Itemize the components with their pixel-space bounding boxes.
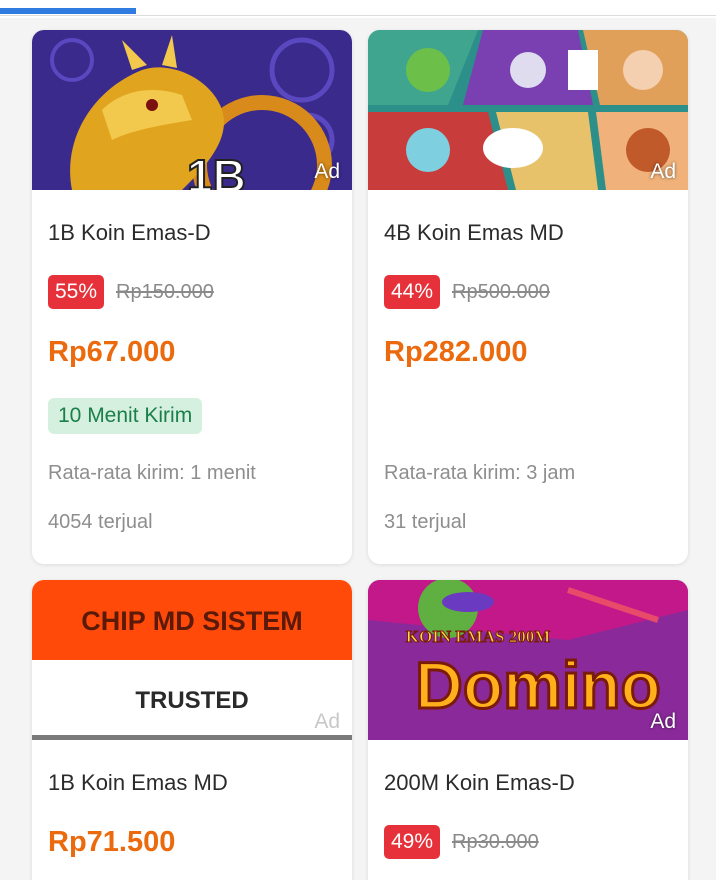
product-title[interactable]: 200M Koin Emas-D	[384, 770, 575, 796]
product-price: Rp282.000	[384, 336, 528, 368]
delivery-info: Rata-rata kirim: 3 jam	[384, 462, 576, 484]
dragon-illustration: 1B	[32, 30, 352, 190]
product-image-chip[interactable]: CHIP MD SISTEM TRUSTED Ad	[32, 580, 352, 740]
discount-badge: 49%	[384, 825, 441, 859]
product-image-domino[interactable]: KOIN EMAS 200M Domino Ad	[368, 580, 688, 740]
image-caption: 1B	[187, 150, 246, 190]
banner-small-text: KOIN EMAS 200M	[406, 627, 551, 646]
product-card[interactable]: CHIP MD SISTEM TRUSTED Ad 1B Koin Emas M…	[32, 580, 352, 880]
product-card[interactable]: 1B Ad 1B Koin Emas-D 55% Rp150.000 Rp67.…	[32, 30, 352, 564]
banner-top-text: CHIP MD SISTEM	[81, 606, 303, 636]
original-price: Rp500.000	[452, 281, 550, 303]
sold-count: 31 terjual	[384, 511, 467, 533]
original-price: Rp150.000	[116, 281, 214, 303]
ad-label: Ad	[650, 160, 676, 183]
sold-count: 4054 terjual	[48, 511, 153, 533]
delivery-badge: 10 Menit Kirim	[48, 398, 203, 434]
discount-badge: 55%	[48, 275, 105, 309]
domino-illustration: KOIN EMAS 200M Domino	[368, 580, 688, 740]
product-image-comic[interactable]: Ad	[368, 30, 688, 190]
ad-label: Ad	[314, 160, 340, 183]
banner-bottom-text: TRUSTED	[135, 687, 248, 714]
original-price: Rp30.000	[452, 831, 539, 853]
comic-illustration	[368, 30, 688, 190]
product-title[interactable]: 4B Koin Emas MD	[384, 220, 564, 246]
ad-label: Ad	[314, 710, 340, 733]
top-progress-bar	[0, 0, 716, 18]
progress-track	[0, 15, 716, 16]
product-price: Rp67.000	[48, 336, 176, 368]
product-title[interactable]: 1B Koin Emas-D	[48, 220, 211, 246]
product-card[interactable]: Ad 4B Koin Emas MD 44% Rp500.000 Rp282.0…	[368, 30, 688, 564]
progress-fill	[0, 8, 137, 14]
banner-big-text: Domino	[415, 648, 661, 722]
product-card[interactable]: KOIN EMAS 200M Domino Ad 200M Koin Emas-…	[368, 580, 688, 880]
ad-label: Ad	[650, 710, 676, 733]
discount-badge: 44%	[384, 275, 441, 309]
chip-banner-illustration: CHIP MD SISTEM TRUSTED	[32, 580, 352, 740]
product-title[interactable]: 1B Koin Emas MD	[48, 770, 228, 796]
product-image-dragon[interactable]: 1B Ad	[32, 30, 352, 190]
product-price: Rp71.500	[48, 826, 176, 858]
delivery-info: Rata-rata kirim: 1 menit	[48, 462, 256, 484]
